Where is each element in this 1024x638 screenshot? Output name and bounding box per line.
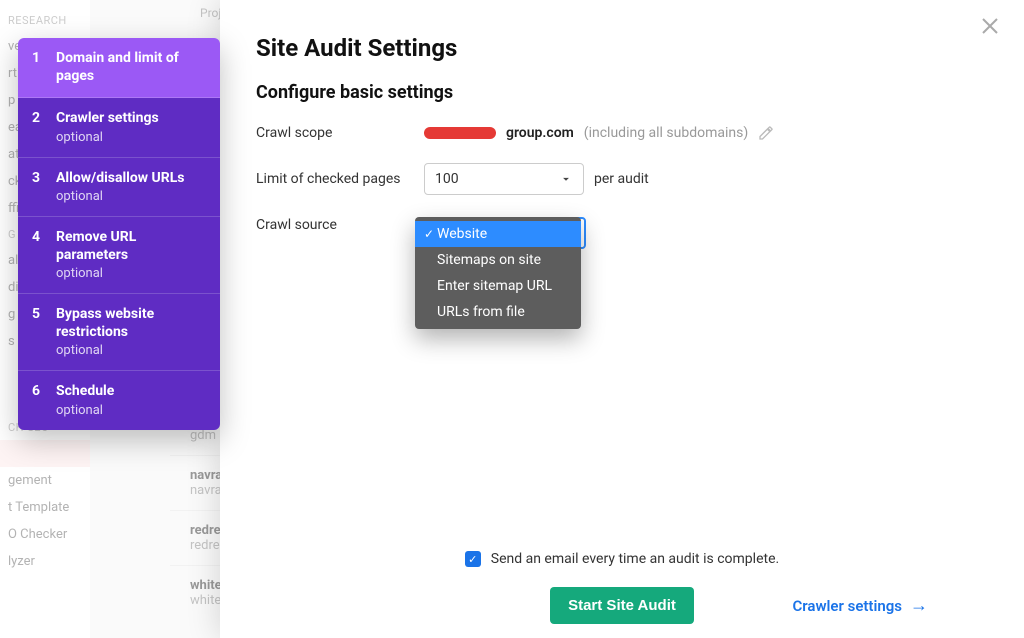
crawl-source-row: Crawl source ✓ Website Sitemaps on site … [256, 217, 988, 233]
step-1-domain-limit[interactable]: 1 Domain and limit of pages [18, 38, 220, 98]
email-checkbox-row: ✓ Send an email every time an audit is c… [256, 551, 988, 567]
crawl-source-dropdown[interactable]: ✓ Website Sitemaps on site Enter sitemap… [415, 217, 581, 329]
crawler-settings-link[interactable]: Crawler settings → [792, 595, 928, 616]
per-audit-text: per audit [594, 171, 649, 187]
close-icon[interactable] [978, 14, 1002, 38]
modal-subtitle: Configure basic settings [256, 82, 988, 103]
arrow-right-icon: → [910, 595, 928, 616]
crawl-source-option-sitemaps[interactable]: Sitemaps on site [415, 247, 581, 273]
limit-value: 100 [435, 171, 459, 187]
crawl-source-option-from-file[interactable]: URLs from file [415, 299, 581, 325]
crawl-source-label: Crawl source [256, 217, 424, 233]
step-3-allow-disallow[interactable]: 3 Allow/disallow URLsoptional [18, 158, 220, 218]
site-audit-settings-modal: Site Audit Settings Configure basic sett… [220, 0, 1024, 638]
domain-suffix: group.com [506, 125, 574, 141]
crawl-scope-label: Crawl scope [256, 125, 424, 141]
check-icon: ✓ [423, 227, 435, 241]
modal-title: Site Audit Settings [256, 34, 988, 62]
settings-steps-panel: 1 Domain and limit of pages 2 Crawler se… [18, 38, 220, 430]
chevron-down-icon [559, 172, 573, 186]
edit-icon[interactable] [758, 125, 774, 141]
domain-redacted [424, 127, 496, 139]
email-text: Send an email every time an audit is com… [491, 551, 779, 567]
limit-label: Limit of checked pages [256, 171, 424, 187]
email-checkbox[interactable]: ✓ [465, 551, 481, 567]
step-4-remove-url-params[interactable]: 4 Remove URL parametersoptional [18, 217, 220, 294]
step-6-schedule[interactable]: 6 Scheduleoptional [18, 371, 220, 430]
start-site-audit-button[interactable]: Start Site Audit [550, 587, 694, 624]
limit-row: Limit of checked pages 100 per audit [256, 163, 988, 195]
crawl-source-option-website[interactable]: ✓ Website [415, 221, 581, 247]
step-2-crawler-settings[interactable]: 2 Crawler settingsoptional [18, 98, 220, 158]
subdomain-note: (including all subdomains) [584, 125, 748, 141]
crawl-scope-row: Crawl scope group.com (including all sub… [256, 125, 988, 141]
step-5-bypass-restrictions[interactable]: 5 Bypass website restrictionsoptional [18, 294, 220, 371]
crawl-source-option-enter-url[interactable]: Enter sitemap URL [415, 273, 581, 299]
limit-select[interactable]: 100 [424, 163, 584, 195]
